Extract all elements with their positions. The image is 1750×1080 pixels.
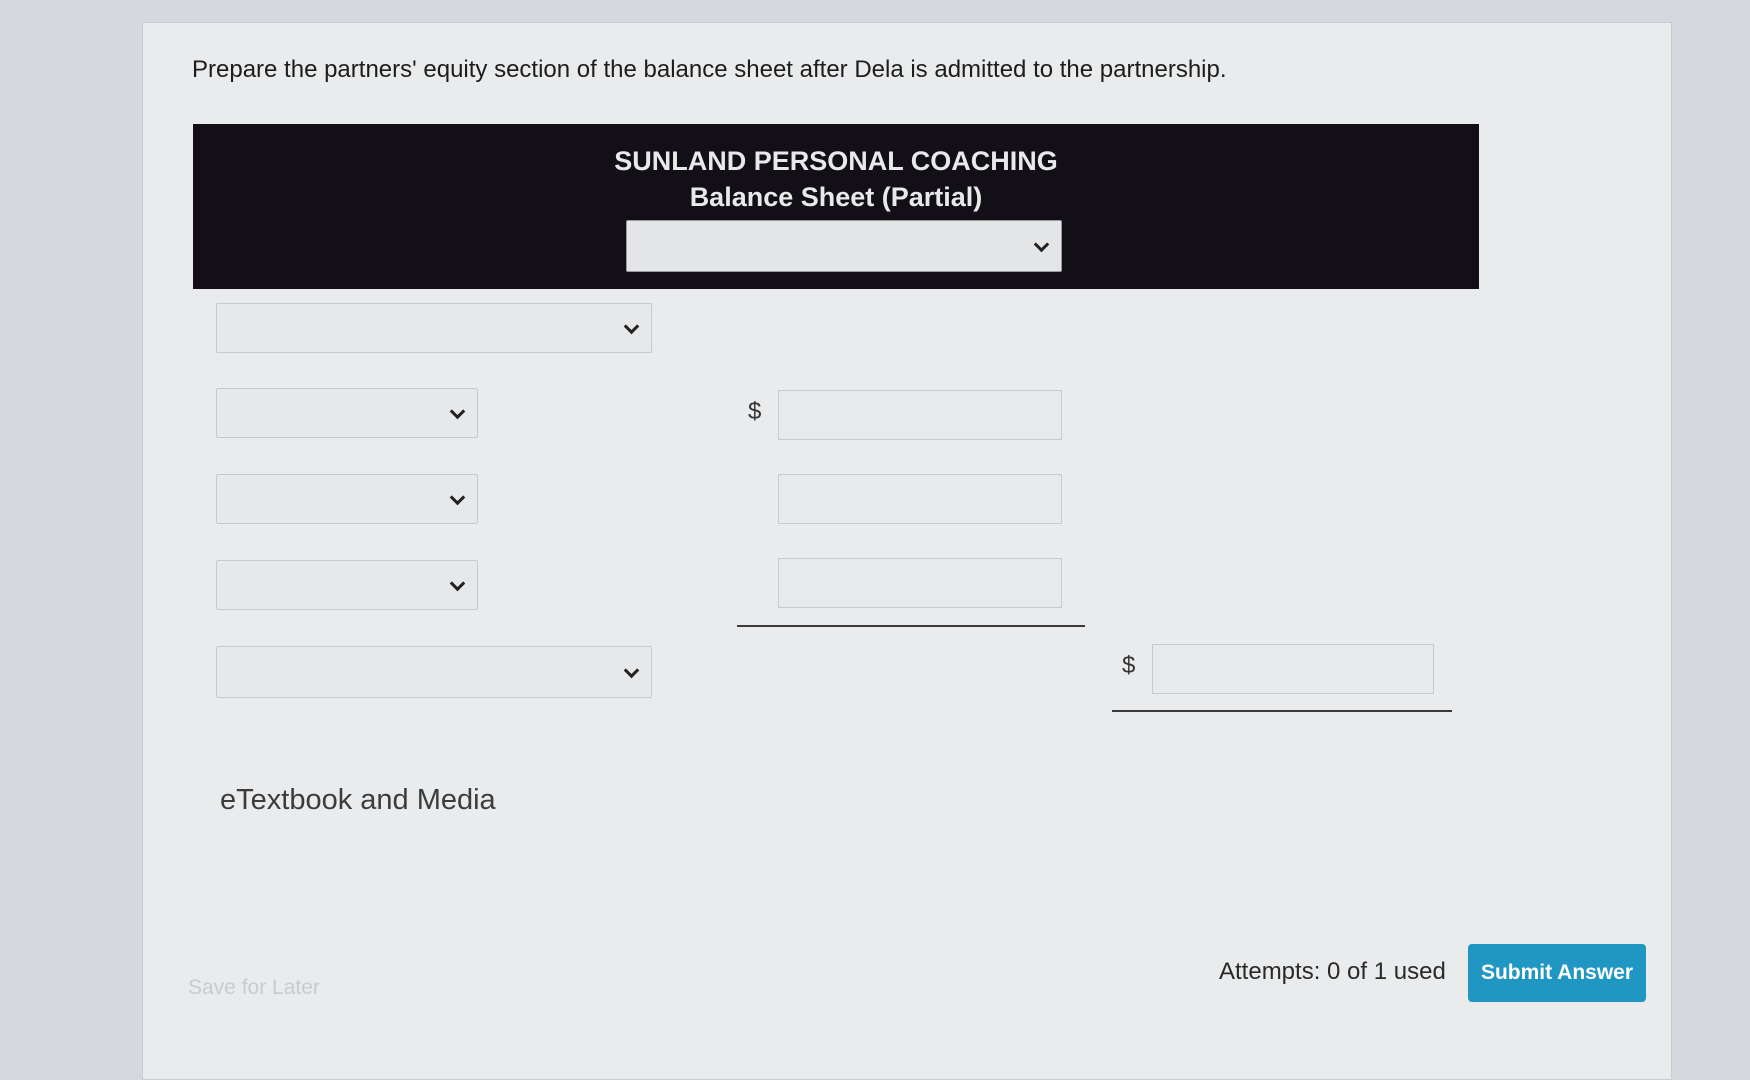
partner-1-amount-input[interactable] xyxy=(778,390,1062,440)
chevron-down-icon xyxy=(623,662,640,679)
submit-answer-button[interactable]: Submit Answer xyxy=(1468,944,1646,1002)
partner-3-select[interactable] xyxy=(216,560,478,610)
statement-header: SUNLAND PERSONAL COACHING Balance Sheet … xyxy=(193,124,1479,289)
subtotal-rule xyxy=(737,625,1085,627)
section-heading-select[interactable] xyxy=(216,303,652,353)
chevron-down-icon xyxy=(1033,236,1050,253)
chevron-down-icon xyxy=(449,489,466,506)
total-amount-input[interactable] xyxy=(1152,644,1434,694)
total-double-rule xyxy=(1112,710,1452,712)
attempts-counter: Attempts: 0 of 1 used xyxy=(1219,958,1446,985)
chevron-down-icon xyxy=(449,403,466,420)
date-select[interactable] xyxy=(626,220,1062,272)
question-prompt: Prepare the partners' equity section of … xyxy=(192,56,1227,83)
save-for-later-button[interactable]: Save for Later xyxy=(188,976,320,1000)
partner-3-amount-input[interactable] xyxy=(778,558,1062,608)
partner-2-select[interactable] xyxy=(216,474,478,524)
total-label-select[interactable] xyxy=(216,646,652,698)
company-name: SUNLAND PERSONAL COACHING xyxy=(614,146,1058,176)
statement-title: Balance Sheet (Partial) xyxy=(689,182,983,212)
partner-2-amount-input[interactable] xyxy=(778,474,1062,524)
partner-1-select[interactable] xyxy=(216,388,478,438)
partner-1-currency: $ xyxy=(748,398,762,425)
etextbook-link[interactable]: eTextbook and Media xyxy=(220,784,496,817)
chevron-down-icon xyxy=(449,575,466,592)
chevron-down-icon xyxy=(623,318,640,335)
total-currency: $ xyxy=(1122,652,1136,679)
